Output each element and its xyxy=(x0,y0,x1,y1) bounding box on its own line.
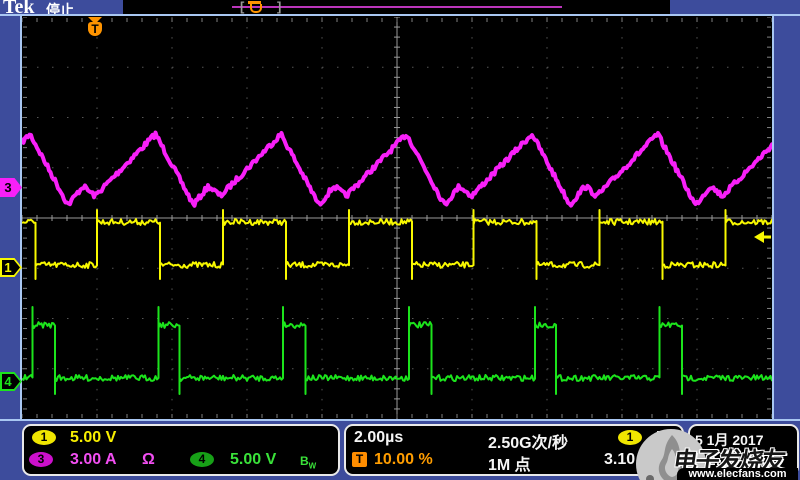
channel4-bandwidth-limit-icon: BW xyxy=(300,454,316,470)
record-view-waveform-line xyxy=(232,6,562,8)
channel3-marker-label: 3 xyxy=(0,178,16,197)
record-view-bracket-right: ] xyxy=(277,0,281,14)
channel4-scale[interactable]: 5.00 V xyxy=(230,451,276,469)
channel-readout-box: 1 5.00 V 3 3.00 A Ω 4 5.00 V BW xyxy=(22,424,340,476)
record-length-readout: 1M 点 xyxy=(488,451,531,475)
record-view-bracket-left: [ xyxy=(240,0,244,14)
horizontal-position-icon[interactable]: T xyxy=(352,452,367,467)
channel1-position-marker[interactable]: 1 xyxy=(0,258,22,277)
channel1-scale[interactable]: 5.00 V xyxy=(70,429,116,447)
channel1-marker-label: 1 xyxy=(0,258,16,277)
sample-rate-readout: 2.50G次/秒 xyxy=(488,429,568,453)
trigger-arrow-tail xyxy=(764,236,771,239)
bw-sub: W xyxy=(309,461,317,470)
waveform-plot xyxy=(22,17,772,419)
channel3-position-marker[interactable]: 3 xyxy=(0,178,22,197)
channel4-badge[interactable]: 4 xyxy=(190,452,214,467)
channel4-position-marker[interactable]: 4 xyxy=(0,372,22,391)
channel3-coupling[interactable]: Ω xyxy=(142,451,155,469)
horizontal-trigger-readout-box: 2.00µs 2.50G次/秒 1 T 10.00 % 1M 点 3.10 V xyxy=(344,424,684,476)
trigger-position-badge[interactable]: T xyxy=(88,22,102,36)
channel3-scale[interactable]: 3.00 A xyxy=(70,451,117,469)
record-view-strip: [ ] xyxy=(123,0,670,14)
channel4-marker-label: 4 xyxy=(0,372,16,391)
channel3-badge[interactable]: 3 xyxy=(29,452,53,467)
horizontal-position-readout[interactable]: 10.00 % xyxy=(374,451,433,469)
timebase-readout[interactable]: 2.00µs xyxy=(354,429,403,447)
record-view-trigger-icon-body xyxy=(250,4,262,13)
bw-main: B xyxy=(300,454,309,468)
oscilloscope-screen: Tek 停止 [ ] T 3 1 4 1 5.00 V 3 3.00 A Ω 4… xyxy=(0,0,800,480)
trigger-level-arrow-icon[interactable] xyxy=(754,231,771,243)
trigger-arrow-head xyxy=(754,231,764,243)
watermark-url: www.elecfans.com xyxy=(677,468,798,480)
channel1-badge[interactable]: 1 xyxy=(32,430,56,445)
